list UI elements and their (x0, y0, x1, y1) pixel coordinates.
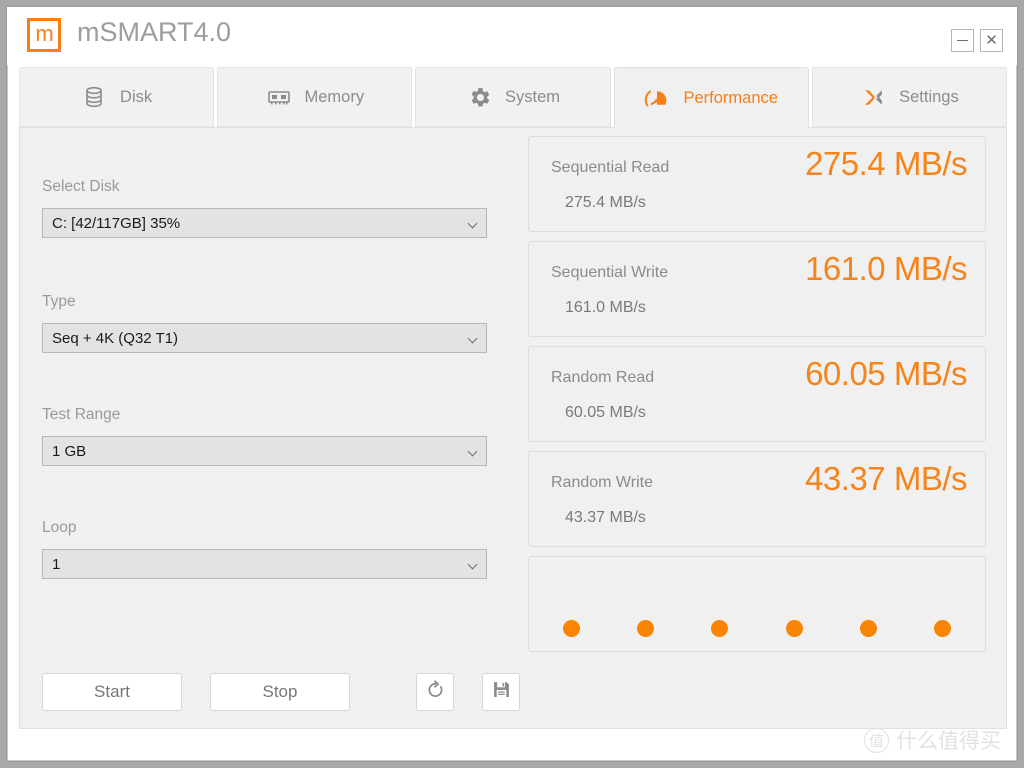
tab-settings[interactable]: Settings (811, 67, 1008, 127)
app-title: mSMART4.0 (77, 17, 232, 47)
tab-memory[interactable]: Memory (217, 67, 413, 127)
result-sub-value: 161.0 MB/s (565, 299, 646, 316)
close-button[interactable]: ✕ (980, 29, 1003, 52)
minimize-icon (957, 39, 968, 42)
progress-dots (563, 620, 951, 637)
results-panel: Sequential Read 275.4 MB/s 275.4 MB/s Se… (528, 128, 986, 652)
loop-label: Loop (42, 519, 77, 536)
progress-dot (637, 620, 655, 637)
disk-icon (81, 84, 107, 110)
close-icon: ✕ (985, 32, 998, 49)
type-dropdown[interactable]: Seq + 4K (Q32 T1) (42, 323, 487, 353)
result-sub-value: 275.4 MB/s (565, 194, 646, 211)
type-value: Seq + 4K (Q32 T1) (52, 329, 179, 347)
result-sub-value: 60.05 MB/s (565, 404, 646, 421)
result-card-random-write: Random Write 43.37 MB/s 43.37 MB/s (528, 451, 986, 547)
type-label: Type (42, 293, 76, 310)
watermark-text: 什么值得买 (896, 730, 1001, 753)
watermark-badge-icon: 值 (864, 727, 889, 753)
app-window: m mSMART4.0 ✕ Disk Memory System Perform… (6, 6, 1018, 762)
test-range-value: 1 GB (52, 442, 87, 460)
memory-chip-icon (266, 84, 292, 110)
refresh-icon (425, 679, 446, 705)
save-floppy-icon (491, 679, 512, 705)
progress-dot (933, 620, 951, 637)
chevron-down-icon (469, 561, 477, 569)
result-sub-value: 43.37 MB/s (565, 509, 646, 526)
result-title: Random Write (551, 474, 653, 491)
select-disk-value: C: [42/117GB] 35% (52, 214, 181, 232)
refresh-button[interactable] (416, 673, 454, 711)
result-title: Sequential Read (551, 159, 670, 176)
watermark: 值 什么值得买 (864, 725, 1001, 755)
select-disk-label: Select Disk (42, 178, 120, 195)
result-card-random-read: Random Read 60.05 MB/s 60.05 MB/s (528, 346, 986, 442)
tab-performance[interactable]: Performance (613, 67, 809, 129)
minimize-button[interactable] (951, 29, 974, 52)
tab-system[interactable]: System (415, 67, 611, 127)
loop-value: 1 (52, 555, 61, 573)
settings-x-icon (860, 84, 886, 110)
tab-bar: Disk Memory System Performance Settings (19, 67, 1008, 129)
tab-memory-label: Memory (304, 87, 365, 106)
field-test-range: Test Range 1 GB (42, 406, 487, 466)
progress-indicator-panel (528, 556, 986, 652)
stop-button[interactable]: Stop (210, 673, 350, 711)
progress-dot (711, 620, 729, 637)
window-controls: ✕ (951, 29, 1003, 52)
tab-disk-label: Disk (120, 87, 153, 106)
field-type: Type Seq + 4K (Q32 T1) (42, 293, 487, 353)
test-range-dropdown[interactable]: 1 GB (42, 436, 487, 466)
tab-settings-label: Settings (899, 87, 959, 106)
result-title: Random Read (551, 369, 655, 386)
action-button-row: Start Stop (42, 673, 520, 711)
chevron-down-icon (469, 448, 477, 456)
result-value: 60.05 MB/s (805, 355, 967, 392)
progress-dot (785, 620, 803, 637)
tab-system-label: System (505, 87, 561, 106)
chevron-down-icon (469, 220, 477, 228)
progress-dot (563, 620, 580, 637)
save-button[interactable] (482, 673, 520, 711)
test-range-label: Test Range (42, 406, 121, 423)
result-value: 275.4 MB/s (805, 145, 967, 182)
logo-letter: m (35, 21, 53, 46)
result-title: Sequential Write (551, 264, 669, 281)
progress-dot (859, 620, 877, 637)
chevron-down-icon (469, 335, 477, 343)
loop-dropdown[interactable]: 1 (42, 549, 487, 579)
result-card-sequential-read: Sequential Read 275.4 MB/s 275.4 MB/s (528, 136, 986, 232)
tab-disk[interactable]: Disk (19, 67, 215, 127)
start-button[interactable]: Start (42, 673, 182, 711)
result-value: 161.0 MB/s (805, 250, 967, 287)
field-loop: Loop 1 (42, 519, 487, 579)
result-value: 43.37 MB/s (805, 460, 967, 497)
title-bar: m mSMART4.0 ✕ (7, 7, 1017, 65)
select-disk-dropdown[interactable]: C: [42/117GB] 35% (42, 208, 487, 238)
speedometer-icon (644, 86, 670, 112)
content-area: Select Disk C: [42/117GB] 35% Type Seq +… (19, 127, 1007, 729)
gear-icon (466, 84, 492, 110)
tab-performance-label: Performance (683, 89, 778, 107)
result-card-sequential-write: Sequential Write 161.0 MB/s 161.0 MB/s (528, 241, 986, 337)
field-select-disk: Select Disk C: [42/117GB] 35% (42, 178, 487, 238)
app-logo: m (27, 18, 61, 52)
